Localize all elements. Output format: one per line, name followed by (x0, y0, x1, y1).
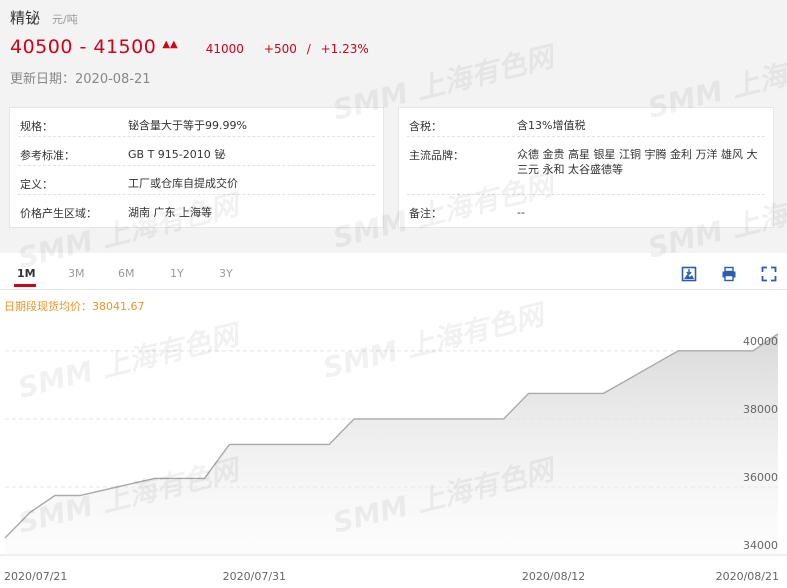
spec-value: 工厂或仓库自提成交价 (128, 177, 238, 190)
y-tick-label: 36000 (743, 471, 778, 484)
y-tick-label: 40000 (743, 335, 778, 348)
product-title: 精铋 (10, 9, 41, 27)
avg-price: 41000 (205, 42, 244, 56)
spec-label: 价格产生区域： (20, 207, 97, 220)
spec-label: 参考标准： (20, 149, 75, 162)
tab-3y[interactable]: 3Y (219, 267, 233, 280)
print-icon[interactable] (721, 266, 737, 282)
divider (18, 136, 375, 137)
fullscreen-icon[interactable] (761, 266, 777, 282)
spec-value: 湖南 广东 上海等 (128, 206, 212, 219)
tab-1m[interactable]: 1M (17, 267, 36, 280)
active-tab-underline (14, 284, 36, 287)
download-image-icon[interactable] (681, 266, 697, 282)
update-date-value: 2020-08-21 (75, 72, 151, 87)
x-tick-label: 2020/07/31 (223, 570, 286, 583)
price-range: 40500 - 41500 (10, 36, 157, 58)
price-up-icon: ▲▲ (162, 39, 178, 50)
x-tick-label: 2020/08/12 (522, 570, 585, 583)
x-tick-label: 2020/07/21 (4, 570, 67, 583)
update-date-label: 更新日期： (10, 72, 76, 87)
update-date: 更新日期：2020-08-21 (10, 68, 151, 87)
chart-avg-annotation: 日期段现货均价：38041.67 (4, 300, 145, 313)
series-area (5, 333, 778, 555)
spec-label: 规格： (20, 120, 53, 133)
price-row: 40500 - 41500 ▲▲ 41000 +500 / +1.23% (10, 36, 369, 58)
y-tick-label: 34000 (743, 539, 778, 552)
spec-label: 含税： (409, 120, 442, 133)
divider (18, 194, 375, 195)
price-change-pct: +1.23% (320, 42, 369, 56)
spec-label: 备注： (409, 207, 442, 220)
divider (407, 194, 765, 195)
title-row: 精铋 元/吨 (10, 7, 78, 28)
divider (407, 136, 765, 137)
tab-1y[interactable]: 1Y (170, 267, 184, 280)
spec-label: 定义： (20, 178, 53, 191)
spec-value: 铋含量大于等于99.99% (128, 119, 247, 132)
divider (18, 165, 375, 166)
spec-box-right: 含税： 含13%增值税 主流品牌： 众德 金贵 高星 银星 江铜 宇腾 金利 万… (398, 107, 774, 228)
y-tick-label: 38000 (743, 403, 778, 416)
tab-3m[interactable]: 3M (68, 267, 85, 280)
price-unit: 元/吨 (52, 13, 78, 26)
spec-value: GB T 915-2010 铋 (128, 148, 226, 161)
price-change: +500 / +1.23% (264, 42, 369, 56)
price-change-sep: / (306, 42, 311, 56)
spec-value: 含13%增值税 (517, 119, 586, 132)
price-header-panel: 精铋 元/吨 40500 - 41500 ▲▲ 41000 +500 / +1.… (0, 0, 787, 253)
spec-value: -- (517, 206, 525, 219)
x-tick-label: 2020/08/21 (716, 570, 779, 583)
spec-value: 众德 金贵 高星 银星 江铜 宇腾 金利 万洋 雄风 大三元 永和 太谷盛德等 (517, 148, 758, 176)
price-change-value: +500 (263, 42, 297, 56)
range-tabs-bar: 1M 3M 6M 1Y 3Y (0, 260, 787, 290)
spec-box-left: 规格： 铋含量大于等于99.99% 参考标准： GB T 915-2010 铋 … (9, 107, 384, 228)
tab-6m[interactable]: 6M (118, 267, 135, 280)
price-line-chart: 34000 36000 38000 40000 2020/07/21 2020/07/3… (0, 333, 787, 583)
spec-label: 主流品牌： (409, 149, 464, 162)
